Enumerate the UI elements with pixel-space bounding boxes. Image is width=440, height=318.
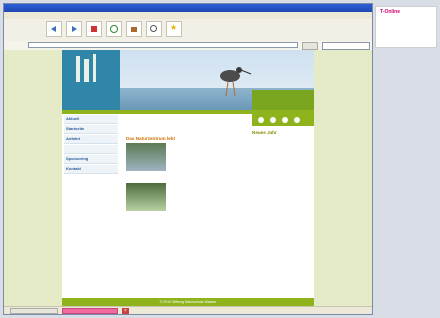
tower-right: [93, 54, 96, 82]
forward-button[interactable]: [66, 21, 82, 37]
left-nav: Aktuell Startseite Anfahrt Sponsoring Ko…: [62, 114, 120, 306]
wader-bird-illustration: [220, 67, 252, 97]
stop-icon: [91, 26, 97, 32]
refresh-button[interactable]: [106, 21, 122, 37]
forward-icon: [72, 26, 77, 32]
right-title-1: Neues Jahr: [252, 130, 277, 135]
t-online-title: T-Online: [380, 9, 400, 15]
nav-item-kontakt[interactable]: Kontakt: [64, 165, 118, 174]
nav-item-sponsoring[interactable]: Sponsoring: [64, 155, 118, 164]
bird-icon: [282, 117, 288, 123]
close-icon[interactable]: ×: [122, 308, 129, 314]
address-input[interactable]: [28, 42, 298, 48]
taskbar-item-2[interactable]: [62, 308, 118, 314]
page-viewport: Aktuell Startseite Anfahrt Sponsoring Ko…: [4, 50, 372, 306]
browser-window: ★ Aktuell Startseite Anfahrt Sponsoring …: [4, 4, 372, 314]
leaf-icon: [258, 117, 264, 123]
page-footer: © 2010 Stiftung Naturschutz Wasser: [62, 298, 314, 306]
naturzentrum-photo: [126, 143, 166, 171]
taskbar-item-1[interactable]: [10, 308, 58, 314]
browser-search-input[interactable]: [322, 42, 370, 50]
side-icons: [252, 114, 314, 126]
section-3-row: [126, 181, 246, 215]
web-page: Aktuell Startseite Anfahrt Sponsoring Ko…: [62, 50, 314, 306]
logo-block: [62, 50, 120, 110]
search-icon: [150, 25, 157, 32]
tower-middle: [84, 59, 89, 82]
tower-left: [76, 56, 80, 82]
side-panel-top: [252, 90, 314, 110]
window-title: [4, 4, 372, 12]
favorites-icon: ★: [170, 23, 178, 32]
page-header: [62, 50, 314, 110]
section-2-row: [126, 141, 246, 175]
go-button[interactable]: [302, 42, 318, 50]
back-button[interactable]: [46, 21, 62, 37]
refresh-icon: [110, 25, 118, 33]
menubar: [4, 12, 372, 19]
nav-item-anfahrt[interactable]: Anfahrt: [64, 135, 118, 144]
status-bar: ×: [4, 306, 372, 314]
section-3-photo: [126, 183, 166, 211]
nav-item-4[interactable]: [64, 145, 118, 154]
home-button[interactable]: [126, 21, 142, 37]
nav-item-aktuell[interactable]: Aktuell: [64, 115, 118, 124]
main-content: Das Naturzentrum lebt: [126, 130, 246, 215]
right-column: Neues Jahr: [252, 130, 314, 141]
t-online-panel: T-Online: [375, 6, 437, 48]
search-button[interactable]: [146, 21, 162, 37]
nav-item-startseite[interactable]: Startseite: [64, 125, 118, 134]
stop-button[interactable]: [86, 21, 102, 37]
home-icon: [131, 27, 137, 32]
fish-icon: [294, 117, 300, 123]
back-icon: [51, 26, 56, 32]
favorites-button[interactable]: ★: [166, 21, 182, 37]
toolbar: ★: [4, 19, 372, 42]
flower-icon: [270, 117, 276, 123]
